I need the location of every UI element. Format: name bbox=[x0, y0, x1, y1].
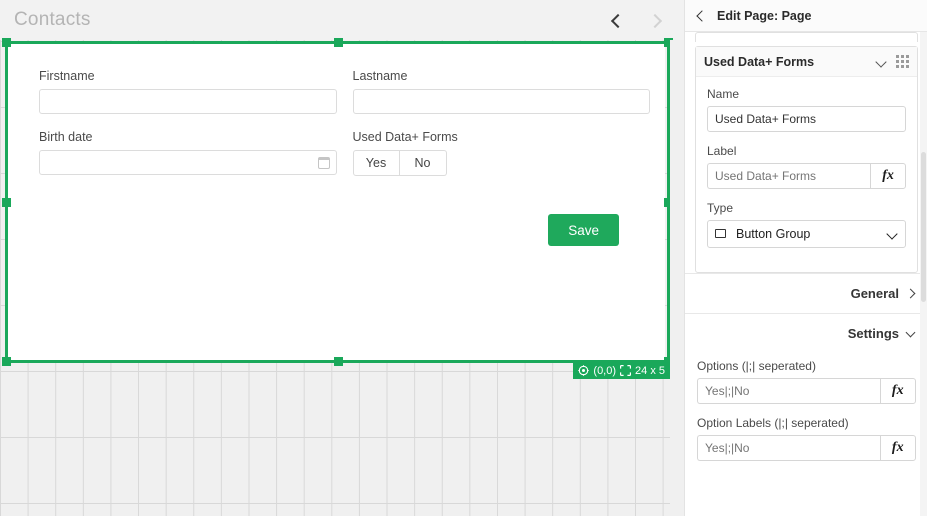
resize-handle-top-center[interactable] bbox=[333, 38, 343, 47]
label-input-row: fx bbox=[707, 163, 906, 189]
canvas-pane: Contacts Firstname Birth date Lastname U… bbox=[0, 0, 684, 516]
option-labels-input[interactable] bbox=[697, 435, 880, 461]
field-label: Label fx bbox=[707, 144, 906, 189]
chevron-left-icon[interactable] bbox=[610, 13, 624, 27]
selection-info-badge: (0,0) 24 x 5 bbox=[573, 362, 670, 379]
selection-frame[interactable]: (0,0) 24 x 5 bbox=[2, 38, 673, 379]
section-settings[interactable]: Settings bbox=[685, 313, 927, 353]
label-option-labels: Option Labels (|;| seperated) bbox=[697, 416, 849, 430]
resize-handle-bottom-left[interactable] bbox=[2, 357, 11, 366]
type-select-wrap: Button Group bbox=[707, 220, 906, 248]
chevron-right-icon bbox=[906, 289, 916, 299]
page-title: Contacts bbox=[14, 9, 91, 30]
field-name: Name bbox=[707, 87, 906, 132]
type-select[interactable]: Button Group bbox=[707, 220, 906, 248]
chevron-left-icon[interactable] bbox=[695, 10, 707, 22]
selection-position: (0,0) bbox=[593, 364, 617, 377]
label-label: Label bbox=[707, 144, 737, 158]
label-type: Type bbox=[707, 201, 734, 215]
canvas-header-nav bbox=[610, 0, 662, 40]
widget-properties-card: Used Data+ Forms Name Label bbox=[695, 46, 918, 273]
resize-handle-top-left[interactable] bbox=[2, 38, 11, 47]
formula-icon[interactable]: fx bbox=[879, 435, 916, 461]
target-icon bbox=[578, 365, 590, 376]
label-options: Options (|;| seperated) bbox=[697, 359, 816, 373]
app-root: Contacts Firstname Birth date Lastname U… bbox=[0, 0, 927, 516]
field-options: Options (|;| seperated) fx bbox=[697, 359, 916, 404]
widget-card-title: Used Data+ Forms bbox=[704, 54, 815, 69]
drag-handle-icon[interactable] bbox=[896, 55, 909, 68]
label-input[interactable] bbox=[707, 163, 871, 189]
settings-section-body: Options (|;| seperated) fx Option Labels… bbox=[685, 353, 927, 461]
formula-icon[interactable]: fx bbox=[879, 378, 916, 404]
field-type: Type Button Group bbox=[707, 201, 906, 248]
formula-icon[interactable]: fx bbox=[870, 163, 906, 189]
panel-scrollbar[interactable] bbox=[920, 32, 927, 516]
options-input-row: fx bbox=[697, 378, 916, 404]
section-label-general: General bbox=[850, 286, 899, 301]
section-label-settings: Settings bbox=[847, 326, 899, 341]
options-input[interactable] bbox=[697, 378, 880, 404]
chevron-right-icon[interactable] bbox=[648, 13, 662, 27]
resize-icon bbox=[620, 365, 632, 376]
panel-title: Edit Page: Page bbox=[717, 8, 812, 23]
properties-panel: Edit Page: Page Used Data+ Forms Name Us… bbox=[684, 0, 927, 516]
resize-handle-bottom-center[interactable] bbox=[333, 357, 343, 366]
section-general[interactable]: General bbox=[685, 273, 927, 313]
widget-card-body: Name Label fx Type bbox=[696, 77, 917, 272]
widget-card-header[interactable]: Used Data+ Forms bbox=[696, 47, 917, 77]
resize-handle-middle-left[interactable] bbox=[2, 198, 11, 207]
field-option-labels: Option Labels (|;| seperated) fx bbox=[697, 416, 916, 461]
panel-header: Edit Page: Page bbox=[685, 0, 927, 32]
option-labels-input-row: fx bbox=[697, 435, 916, 461]
chevron-down-icon[interactable] bbox=[875, 56, 887, 68]
canvas-scrollbar[interactable] bbox=[670, 40, 684, 516]
selection-size: 24 x 5 bbox=[635, 364, 665, 377]
chevron-down-icon bbox=[906, 329, 916, 339]
panel-body: Used Data+ Forms Name Label bbox=[685, 32, 927, 516]
name-input[interactable] bbox=[707, 106, 906, 132]
previous-widget-card-stub[interactable] bbox=[695, 32, 918, 42]
canvas-header: Contacts bbox=[0, 0, 684, 40]
label-name: Name bbox=[707, 87, 740, 101]
